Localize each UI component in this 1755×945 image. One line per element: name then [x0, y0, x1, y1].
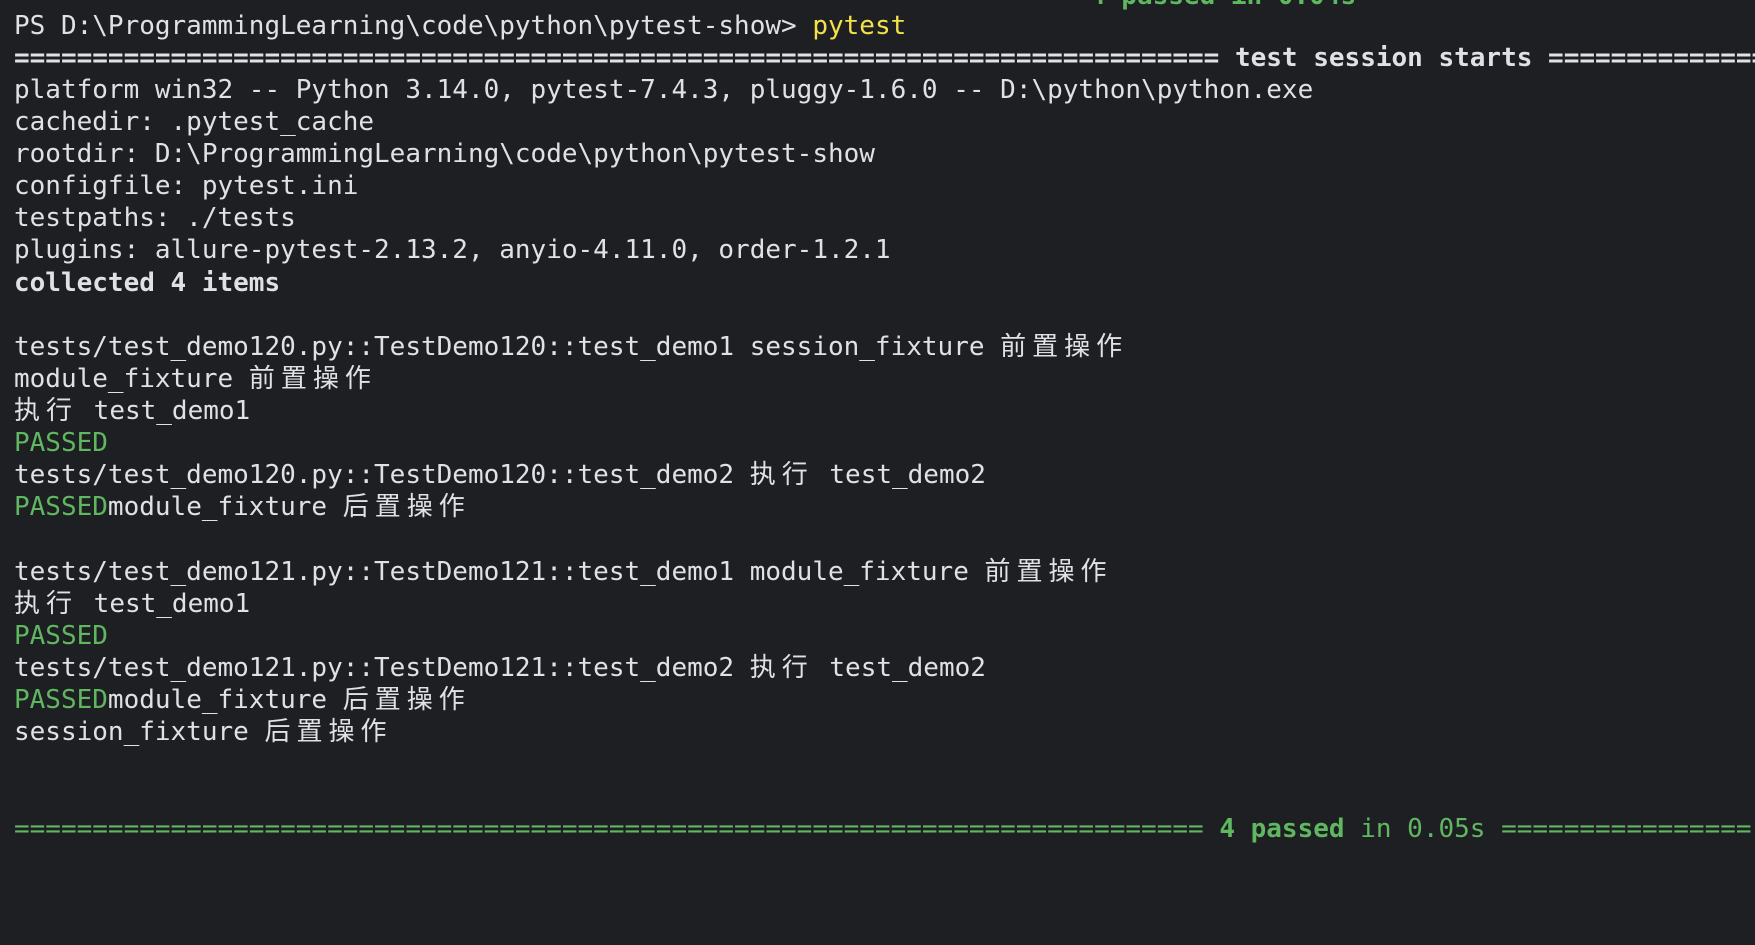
output-line: tests/test_demo120.py::TestDemo120::test…: [14, 332, 1129, 362]
passed-status: PASSED: [14, 492, 108, 522]
session-summary: ========================================…: [14, 814, 1752, 844]
terminal-window[interactable]: 4 passed in 0.04s PS D:\ProgrammingLearn…: [14, 0, 1755, 945]
configfile-line: configfile: pytest.ini: [14, 171, 359, 201]
output-line: tests/test_demo121.py::TestDemo121::test…: [14, 653, 986, 683]
output-line: PASSEDmodule_fixture 后置操作: [14, 492, 471, 522]
output-line: PASSEDmodule_fixture 后置操作: [14, 685, 471, 715]
passed-status: PASSED: [14, 685, 108, 715]
collected-line: collected 4 items: [14, 268, 281, 298]
prompt-line: PS D:\ProgrammingLearning\code\python\py…: [14, 8, 906, 44]
platform-line: platform win32 -- Python 3.14.0, pytest-…: [14, 75, 1314, 105]
testpaths-line: testpaths: ./tests: [14, 203, 296, 233]
plugins-line: plugins: allure-pytest-2.13.2, anyio-4.1…: [14, 235, 891, 265]
output-line: 执行 test_demo1: [14, 589, 251, 619]
output-line: session_fixture 后置操作: [14, 717, 393, 747]
summary-passed-count: 4 passed: [1219, 814, 1345, 844]
passed-status: PASSED: [14, 621, 108, 651]
session-header: ========================================…: [14, 43, 1755, 73]
output-line: tests/test_demo121.py::TestDemo121::test…: [14, 557, 1113, 587]
session-header-title: test session starts: [1234, 43, 1533, 73]
command-text: pytest: [812, 11, 907, 41]
output-line: module_fixture 前置操作: [14, 364, 377, 394]
passed-status: PASSED: [14, 428, 108, 458]
shell-prompt: PS D:\ProgrammingLearning\code\python\py…: [14, 11, 813, 41]
output-line: 执行 test_demo1: [14, 396, 251, 426]
cachedir-line: cachedir: .pytest_cache: [14, 107, 375, 137]
rootdir-line: rootdir: D:\ProgrammingLearning\code\pyt…: [14, 139, 875, 169]
output-line: tests/test_demo120.py::TestDemo120::test…: [14, 460, 986, 490]
previous-run-summary: 4 passed in 0.04s: [1090, 0, 1356, 14]
